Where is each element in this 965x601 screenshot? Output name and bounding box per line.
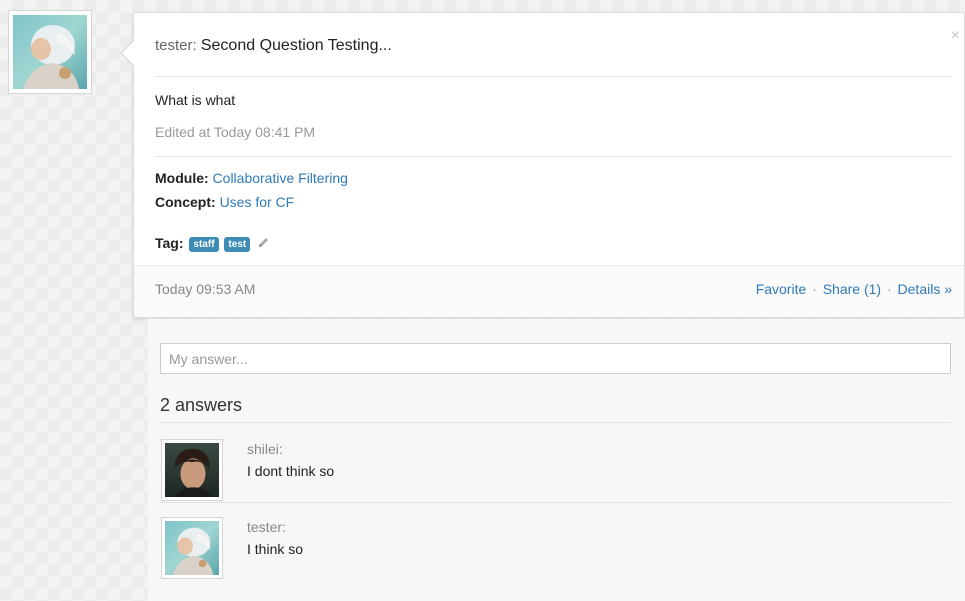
- answer-author[interactable]: tester:: [247, 519, 286, 535]
- answers-count: 2 answers: [160, 395, 243, 415]
- question-title-text: Second Question Testing...: [200, 37, 392, 54]
- tag-test[interactable]: test: [224, 237, 251, 252]
- details-link[interactable]: Details »: [898, 281, 952, 297]
- answer-input[interactable]: [160, 343, 951, 374]
- edit-tags-pencil-icon[interactable]: [257, 237, 269, 249]
- avatar-photo-tester: [165, 521, 219, 575]
- concept-link[interactable]: Uses for CF: [220, 194, 295, 210]
- answer-text: I think so: [247, 541, 304, 557]
- divider: [155, 76, 952, 77]
- module-link[interactable]: Collaborative Filtering: [213, 170, 348, 186]
- answers-panel: 2 answers shilei: I dont think so: [148, 319, 965, 601]
- divider: [160, 502, 951, 503]
- concept-label: Concept:: [155, 194, 216, 210]
- question-title: tester: Second Question Testing...: [155, 37, 392, 54]
- edited-timestamp: Edited at Today 08:41 PM: [155, 124, 316, 140]
- question-card: × tester: Second Question Testing... Wha…: [120, 12, 965, 318]
- answer-author-avatar[interactable]: [161, 439, 223, 501]
- question-actions: Favorite · Share (1) · Details »: [755, 281, 952, 297]
- question-author[interactable]: tester: [155, 37, 193, 54]
- question-timestamp: Today 09:53 AM: [155, 281, 256, 297]
- tag-label: Tag:: [155, 235, 184, 251]
- module-label: Module:: [155, 170, 209, 186]
- tag-staff[interactable]: staff: [189, 237, 219, 252]
- question-author-avatar[interactable]: [8, 10, 92, 94]
- share-link[interactable]: Share (1): [823, 281, 881, 297]
- module-row: Module: Collaborative Filtering: [155, 170, 348, 186]
- answer-item: shilei: I dont think so: [160, 439, 951, 501]
- divider: [160, 422, 951, 423]
- avatar-photo-tester: [13, 15, 87, 89]
- favorite-link[interactable]: Favorite: [756, 281, 807, 297]
- close-icon[interactable]: ×: [951, 27, 960, 45]
- answer-author-avatar[interactable]: [161, 517, 223, 579]
- question-body: What is what: [155, 92, 236, 108]
- question-footer: Today 09:53 AM Favorite · Share (1) · De…: [134, 265, 964, 317]
- answer-text: I dont think so: [247, 463, 335, 479]
- answer-item: tester: I think so: [160, 517, 951, 579]
- concept-row: Concept: Uses for CF: [155, 194, 294, 210]
- divider: [155, 156, 952, 157]
- avatar-photo-shilei: [165, 443, 219, 497]
- answer-author[interactable]: shilei:: [247, 441, 283, 457]
- tag-row: Tag: staff test: [155, 235, 269, 252]
